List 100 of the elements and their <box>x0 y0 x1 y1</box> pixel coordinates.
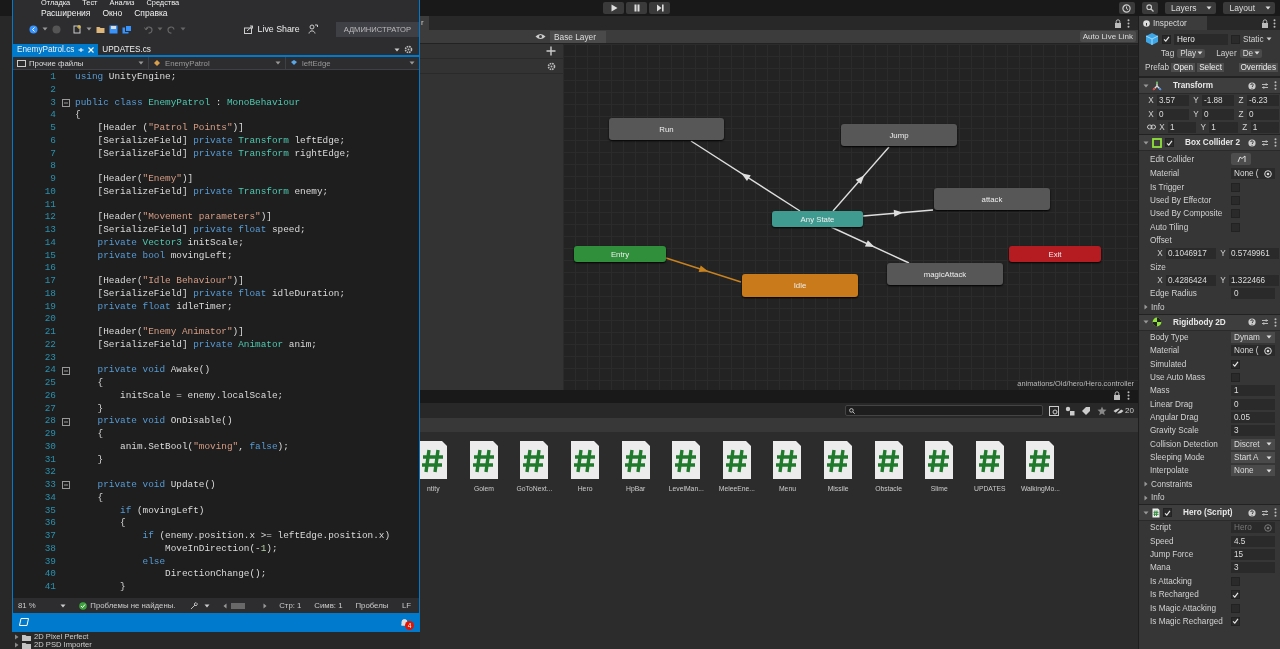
number-field[interactable]: 4.5 <box>1231 535 1275 547</box>
number-field[interactable]: 3 <box>1231 425 1275 437</box>
collapse-icon[interactable] <box>61 98 70 107</box>
number-field[interactable]: 15 <box>1231 549 1275 561</box>
type-filter-icon[interactable] <box>1065 405 1076 416</box>
foldout[interactable]: Constraints <box>1143 479 1193 489</box>
live-share-button[interactable]: Live Share <box>239 24 304 34</box>
link-icon[interactable] <box>1147 124 1156 131</box>
script-file-icon[interactable] <box>570 440 601 480</box>
search-icon[interactable] <box>1145 4 1154 12</box>
checkbox[interactable] <box>1163 508 1172 518</box>
script-file-icon[interactable] <box>1025 440 1056 480</box>
help-icon[interactable] <box>1248 81 1256 90</box>
dropdown[interactable]: Start A <box>1231 452 1275 464</box>
number-field[interactable]: 0.1046917 <box>1166 248 1216 260</box>
number-field[interactable]: 1 <box>1250 121 1279 133</box>
menu-item[interactable]: Справка <box>134 7 168 20</box>
script-file-icon[interactable] <box>620 440 651 480</box>
star-icon[interactable] <box>1097 405 1108 416</box>
back-icon[interactable] <box>29 24 38 34</box>
play-button[interactable] <box>603 2 624 14</box>
breadcrumb[interactable]: Base Layer <box>550 30 606 43</box>
lock-icon[interactable] <box>1261 18 1269 28</box>
collapse-icon[interactable] <box>61 481 70 490</box>
tag-dropdown[interactable]: Play <box>1177 48 1206 58</box>
object-field[interactable]: None ( <box>1231 345 1275 357</box>
script-file-icon[interactable] <box>772 440 803 480</box>
script-file-icon[interactable] <box>519 440 550 480</box>
collapse-icon[interactable] <box>61 417 70 426</box>
dropdown[interactable]: Dynam <box>1231 332 1275 343</box>
menu-item[interactable]: Окно <box>102 7 123 20</box>
panel-tab[interactable]: r <box>420 16 429 30</box>
open-folder-icon[interactable] <box>95 24 105 34</box>
layers-dropdown[interactable]: Layers <box>1164 2 1217 14</box>
layer-dropdown[interactable]: De <box>1239 48 1263 58</box>
undo-icon[interactable] <box>143 24 153 34</box>
number-field[interactable]: 0 <box>1247 108 1279 120</box>
transition-arrow[interactable] <box>665 257 742 283</box>
close-icon[interactable] <box>88 46 95 53</box>
number-field[interactable]: 0.4286424 <box>1166 274 1216 286</box>
foldout[interactable]: Info <box>1143 302 1165 312</box>
number-field[interactable]: 1.322466 <box>1229 274 1279 286</box>
script-file-icon[interactable] <box>873 440 904 480</box>
menu-icon[interactable] <box>1273 18 1276 28</box>
help-icon[interactable] <box>1248 508 1256 517</box>
number-field[interactable]: 0 <box>1202 108 1234 120</box>
presets-icon[interactable] <box>1261 508 1269 517</box>
pause-button[interactable] <box>626 2 647 14</box>
help-icon[interactable] <box>1248 138 1256 147</box>
settings-icon[interactable] <box>404 45 413 54</box>
label-icon[interactable] <box>1081 405 1092 416</box>
step-button[interactable] <box>649 2 670 14</box>
number-field[interactable]: 3 <box>1231 562 1275 574</box>
prefab-button[interactable]: Overrides <box>1238 62 1278 72</box>
plus-icon[interactable] <box>546 46 556 56</box>
object-field[interactable]: None ( <box>1231 168 1275 180</box>
auto-live-link-button[interactable]: Auto Live Link <box>1079 31 1136 42</box>
script-file-icon[interactable] <box>468 440 499 480</box>
number-field[interactable]: 0 <box>1231 288 1275 300</box>
number-field[interactable]: -1.88 <box>1202 95 1234 107</box>
script-file-icon[interactable] <box>924 440 955 480</box>
scene-search-icon[interactable] <box>1049 405 1060 416</box>
checkbox[interactable] <box>1231 590 1240 600</box>
foldout-arrow-icon[interactable] <box>1143 509 1149 516</box>
horizontal-scrollbar[interactable] <box>223 602 268 609</box>
search-button[interactable] <box>1141 2 1158 14</box>
number-field[interactable]: 1 <box>1209 121 1238 133</box>
number-field[interactable]: 0.05 <box>1231 412 1275 424</box>
number-field[interactable]: 0 <box>1231 398 1275 410</box>
menu-icon[interactable] <box>1274 81 1277 90</box>
number-field[interactable]: 1 <box>1168 121 1197 133</box>
dropdown[interactable]: Discret <box>1231 438 1275 450</box>
lock-icon[interactable] <box>1113 391 1121 400</box>
foldout-arrow-icon[interactable] <box>1143 139 1149 146</box>
help-icon[interactable] <box>1248 318 1256 327</box>
number-field[interactable]: 0.5749961 <box>1229 248 1279 260</box>
layout-dropdown[interactable]: Layout <box>1223 2 1275 14</box>
script-file-icon[interactable] <box>823 440 854 480</box>
menu-icon[interactable] <box>1274 317 1277 327</box>
presets-icon[interactable] <box>1261 81 1269 90</box>
foldout-arrow-icon[interactable] <box>1143 82 1149 89</box>
script-file-icon[interactable] <box>420 440 449 480</box>
save-icon[interactable] <box>108 24 118 34</box>
search-field[interactable] <box>845 405 1044 416</box>
checkbox[interactable] <box>1231 359 1240 369</box>
collapse-icon[interactable] <box>61 366 70 375</box>
menu-icon[interactable] <box>1274 508 1277 518</box>
menu-icon[interactable] <box>1127 391 1130 400</box>
foldout[interactable]: Info <box>1143 493 1165 503</box>
inspector-tab[interactable]: Inspector <box>1139 16 1207 30</box>
script-file-icon[interactable] <box>974 440 1005 480</box>
presets-icon[interactable] <box>1261 318 1269 327</box>
number-field[interactable]: 1 <box>1231 385 1275 397</box>
new-project-icon[interactable] <box>72 24 82 34</box>
save-all-icon[interactable] <box>121 24 132 34</box>
eye-icon[interactable] <box>535 33 546 40</box>
lock-icon[interactable] <box>1114 18 1122 28</box>
menu-icon[interactable] <box>1127 18 1130 28</box>
menu-icon[interactable] <box>1274 138 1277 148</box>
editor-tab[interactable]: UPDATES.cs <box>98 44 155 55</box>
